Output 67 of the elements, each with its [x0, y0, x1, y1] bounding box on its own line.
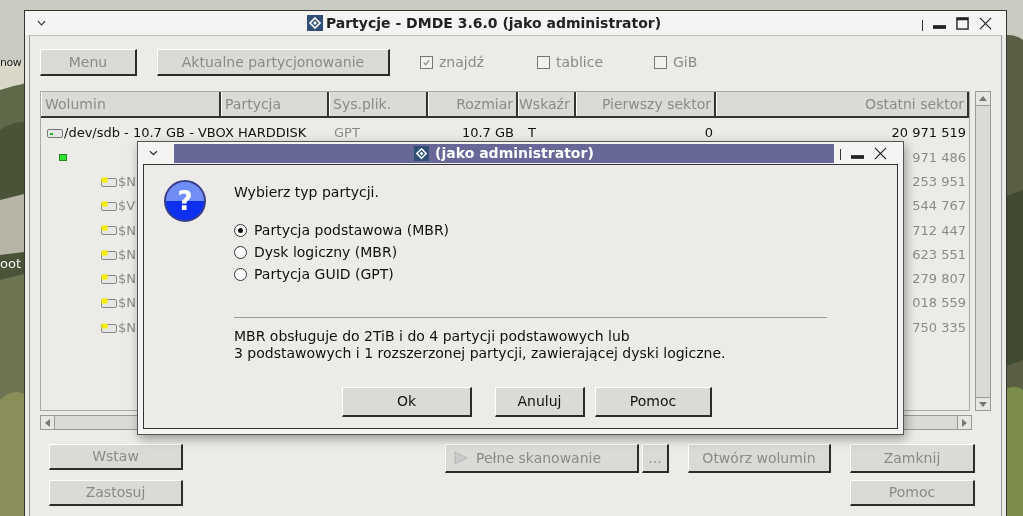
- close-icon[interactable]: [979, 16, 992, 30]
- prompt-text: Wybierz typ partycji.: [234, 183, 380, 202]
- app-logo-icon: [306, 15, 323, 31]
- checkbox[interactable]: GiB: [654, 52, 771, 73]
- table-cell-text: 253 951: [912, 173, 967, 191]
- column-header[interactable]: Ostatni sektor: [716, 92, 970, 116]
- volume-drive-icon: [101, 273, 117, 284]
- checkbox[interactable]: znajdź: [420, 52, 537, 73]
- column-header[interactable]: Pierwszy sektor: [576, 92, 716, 116]
- scroll-down-icon[interactable]: [979, 401, 987, 407]
- table-cell-text: 544 767: [912, 197, 967, 216]
- table-cell-text: 623 551: [912, 245, 967, 264]
- radio-option[interactable]: Partycja podstawowa (MBR): [234, 221, 827, 239]
- volume-name: $N: [118, 318, 136, 337]
- scroll-right-icon[interactable]: [962, 418, 967, 427]
- volume-name: $N: [118, 173, 136, 191]
- table-cell: GPT: [334, 125, 360, 141]
- scroll-left-icon[interactable]: [45, 418, 50, 427]
- disk-drive-icon: [47, 128, 63, 139]
- table-cell-text: 018 559: [912, 294, 967, 313]
- window-title: Partycje - DMDE 3.6.0 (jako administrator): [325, 13, 662, 33]
- volume-name: $N: [118, 245, 136, 264]
- partition-icon: [59, 153, 67, 161]
- volume-name: $N: [118, 294, 136, 313]
- volume-drive-icon: [101, 249, 117, 260]
- radio-option[interactable]: Partycja GUID (GPT): [234, 265, 827, 283]
- dialog-button[interactable]: Anuluj: [495, 387, 585, 417]
- table-cell-text: 279 807: [912, 270, 967, 289]
- window-menu-icon[interactable]: [149, 150, 158, 156]
- volume-drive-icon: [101, 322, 117, 333]
- volume-name: $V: [118, 197, 136, 216]
- column-header[interactable]: Sys.plik.: [329, 92, 428, 116]
- play-icon: [454, 451, 468, 465]
- table-cell-text: 750 335: [912, 318, 967, 337]
- app-logo-icon: [414, 145, 430, 161]
- table-cell: T: [528, 125, 536, 141]
- volume-drive-icon: [101, 225, 117, 236]
- table-cell-text: 971 486: [912, 148, 967, 167]
- volume-name: $N: [118, 270, 136, 289]
- scroll-up-icon[interactable]: [979, 96, 987, 101]
- maximize-icon[interactable]: [956, 16, 969, 30]
- check-icon: [422, 58, 431, 67]
- table-cell-text: 10.7 GB: [461, 124, 514, 143]
- dialog-button[interactable]: Ok: [342, 387, 472, 417]
- volume-drive-icon: [101, 176, 117, 187]
- table-cell-text: 20 971 519: [891, 124, 967, 143]
- info-text: MBR obsługuje do 2TiB i do 4 partycji podstawowych lub 3 podstawowych i 1 rozszerzonej partycji, zawierającej dyski logiczne.: [234, 328, 727, 362]
- column-header[interactable]: Wskaźr: [518, 92, 576, 116]
- checkbox[interactable]: tablice: [537, 52, 654, 73]
- column-header[interactable]: Rozmiar: [428, 92, 518, 116]
- window-menu-icon[interactable]: [37, 20, 46, 26]
- volume-name: /dev/sdb - 10.7 GB - VBOX HARDDISK: [64, 124, 307, 143]
- volume-drive-icon: [101, 298, 117, 309]
- dialog-button[interactable]: Pomoc: [595, 387, 712, 417]
- dialog-title: (jako administrator): [435, 143, 594, 163]
- volume-drive-icon: [101, 201, 117, 212]
- desktop-icon-label: oot: [0, 255, 21, 273]
- table-cell-text: 0: [704, 124, 713, 143]
- table-cell-text: 712 447: [912, 221, 967, 240]
- radio-option[interactable]: Dysk logiczny (MBR): [234, 243, 827, 261]
- volume-name: $N: [118, 221, 136, 240]
- vertical-scrollbar[interactable]: [975, 91, 991, 411]
- close-icon[interactable]: [874, 146, 887, 160]
- column-header[interactable]: Partycja: [221, 92, 329, 116]
- column-header[interactable]: Wolumin: [41, 92, 221, 116]
- question-icon: ?: [164, 180, 206, 222]
- desktop-icon-label: now: [0, 55, 22, 71]
